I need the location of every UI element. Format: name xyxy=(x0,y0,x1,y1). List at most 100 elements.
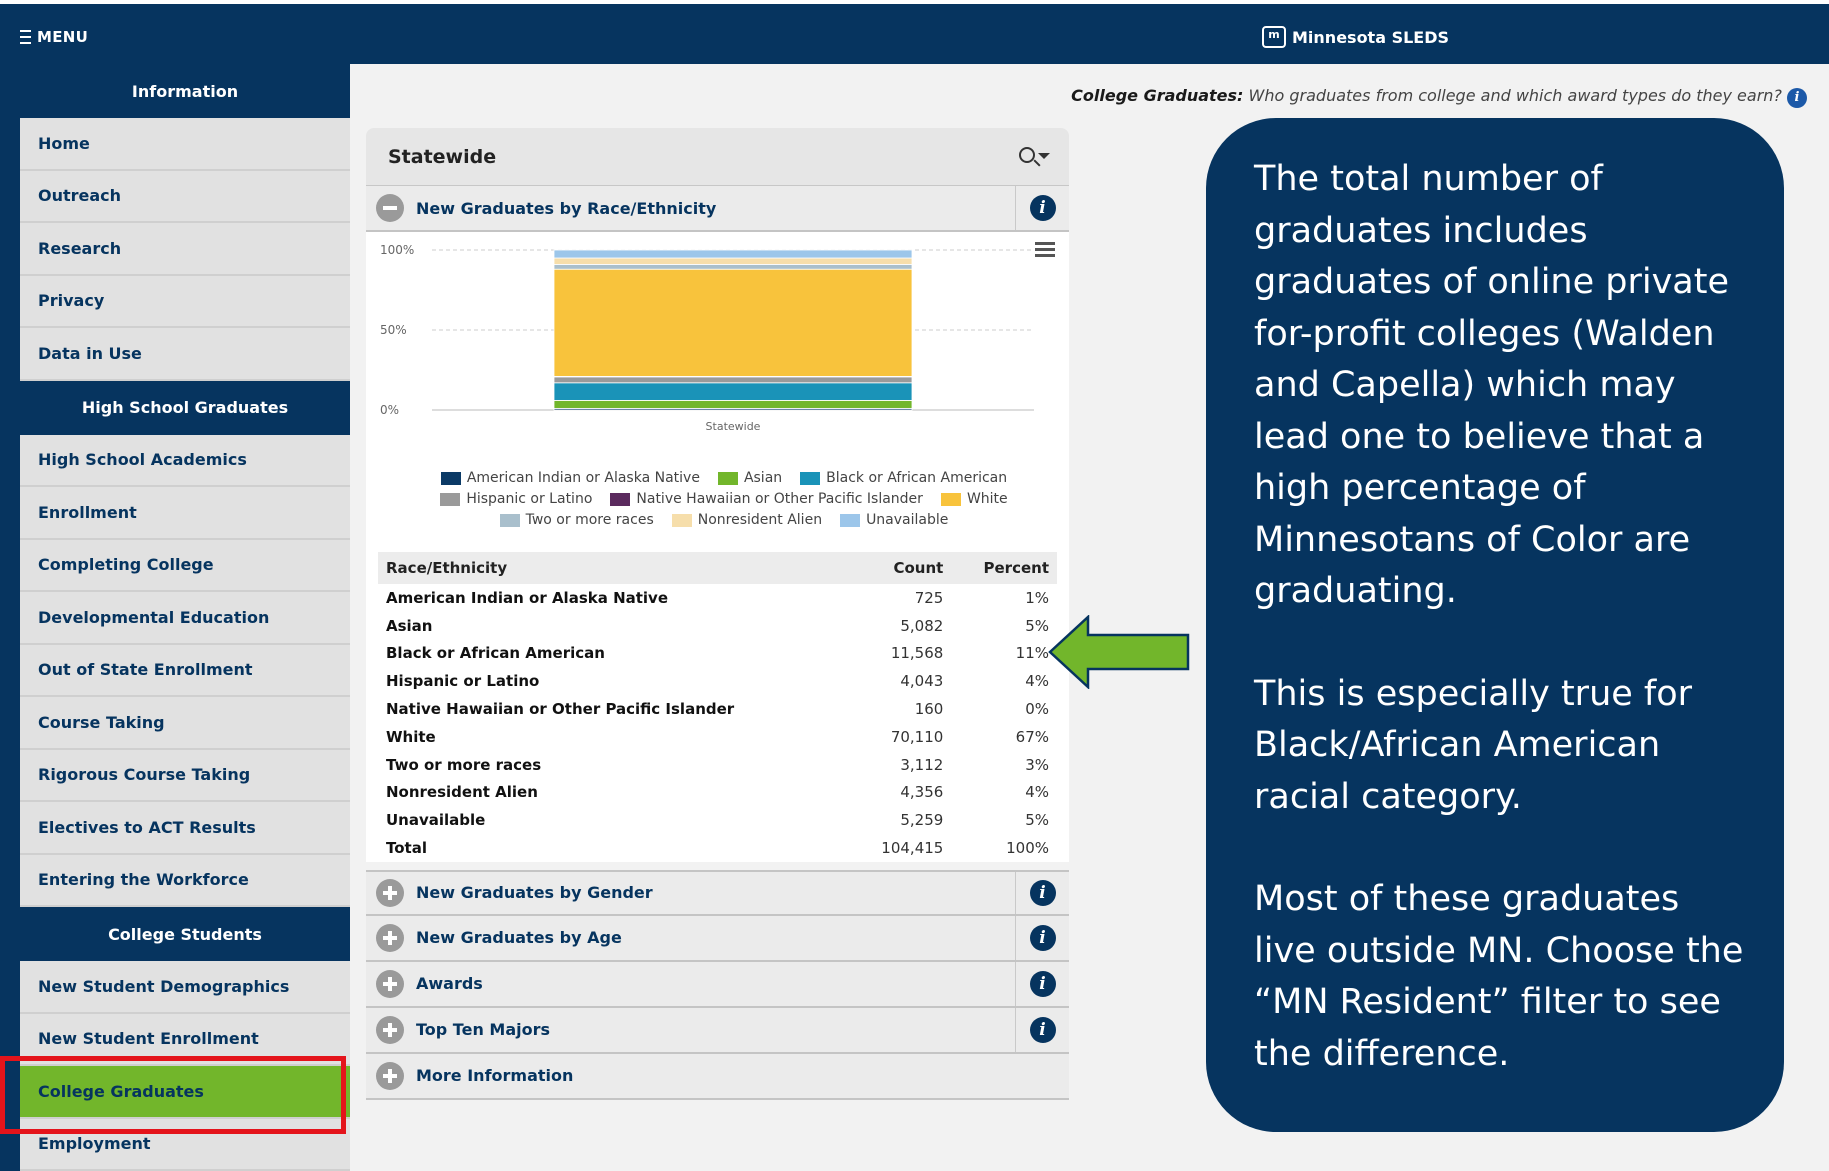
legend-item[interactable]: Black or African American xyxy=(800,470,1007,486)
info-icon[interactable]: i xyxy=(1029,970,1056,997)
section-age[interactable]: New Graduates by Age i xyxy=(366,915,1069,962)
sidebar-item-out-of-state-enrollment[interactable]: Out of State Enrollment xyxy=(20,644,350,697)
bar-segment-two-or-more-races[interactable] xyxy=(553,264,913,270)
info-cell: i xyxy=(1015,186,1069,230)
bar-segment-black-or-african-american[interactable] xyxy=(553,382,913,401)
info-icon[interactable]: i xyxy=(1029,1016,1056,1043)
cell-percent: 4% xyxy=(1025,672,1049,691)
table-row: Asian 5,082 5% xyxy=(378,612,1057,640)
cell-count: 70,110 xyxy=(890,727,944,746)
expand-icon[interactable] xyxy=(376,1061,404,1090)
sidebar-item-developmental-education[interactable]: Developmental Education xyxy=(20,592,350,645)
legend-swatch xyxy=(440,471,461,485)
legend-swatch xyxy=(671,513,692,527)
info-icon[interactable]: i xyxy=(1029,924,1056,951)
sidebar-item-employment[interactable]: Employment xyxy=(20,1118,350,1171)
collapse-icon[interactable] xyxy=(376,194,404,222)
brand-name: Minnesota SLEDS xyxy=(1292,27,1450,47)
legend-item[interactable]: Nonresident Alien xyxy=(671,512,822,528)
table-row: American Indian or Alaska Native 725 1% xyxy=(378,584,1057,612)
info-cell: i xyxy=(1015,871,1069,914)
race-table: Race/Ethnicity Count Percent American In… xyxy=(378,552,1057,862)
brand-logo-icon: m xyxy=(1262,26,1286,48)
info-icon[interactable]: i xyxy=(1029,879,1056,906)
section-top-majors[interactable]: Top Ten Majors i xyxy=(366,1007,1069,1054)
sidebar-item-rigorous-course-taking[interactable]: Rigorous Course Taking xyxy=(20,749,350,802)
legend-item[interactable]: Native Hawaiian or Other Pacific Islande… xyxy=(610,491,923,507)
bar-segment-nonresident-alien[interactable] xyxy=(553,257,913,265)
cell-count: 104,415 xyxy=(881,839,944,858)
sidebar-section-header: Information xyxy=(20,64,350,118)
race-chart: 100% 50% 0% Statewide American Indian or Al… xyxy=(366,232,1069,552)
sidebar-item-enrollment[interactable]: Enrollment xyxy=(20,487,350,540)
page-info-icon[interactable]: i xyxy=(1787,88,1807,108)
sidebar-item-new-student-enrollment[interactable]: New Student Enrollment xyxy=(20,1013,350,1066)
section-more-info[interactable]: More Information xyxy=(366,1053,1069,1100)
legend-swatch xyxy=(440,492,461,506)
race-table-wrap: Race/Ethnicity Count Percent American In… xyxy=(366,552,1069,862)
sidebar-item-course-taking[interactable]: Course Taking xyxy=(20,697,350,750)
info-cell: i xyxy=(1015,961,1069,1006)
cell-race: American Indian or Alaska Native xyxy=(386,588,669,607)
section-gender[interactable]: New Graduates by Gender i xyxy=(366,869,1069,916)
sidebar-section-header: High School Graduates xyxy=(20,380,350,435)
legend-item[interactable]: Hispanic or Latino xyxy=(440,491,592,507)
menu-label: MENU xyxy=(37,28,89,46)
table-row: Nonresident Alien 4,356 4% xyxy=(378,779,1057,807)
legend-item[interactable]: American Indian or Alaska Native xyxy=(440,470,700,486)
search-dropdown-icon[interactable] xyxy=(1017,145,1050,169)
menu-button[interactable]: MENU xyxy=(20,28,88,46)
expand-icon[interactable] xyxy=(376,969,404,998)
sidebar-item-research[interactable]: Research xyxy=(20,223,350,276)
sidebar-item-outreach[interactable]: Outreach xyxy=(20,170,350,223)
legend-label: American Indian or Alaska Native xyxy=(466,470,700,486)
cell-race: Black or African American xyxy=(386,644,605,663)
info-icon[interactable]: i xyxy=(1029,195,1056,221)
expand-icon[interactable] xyxy=(376,1015,404,1044)
table-row: Hispanic or Latino 4,043 4% xyxy=(378,667,1057,695)
legend-label: Black or African American xyxy=(826,470,1008,486)
chart-menu-icon[interactable] xyxy=(1035,242,1055,260)
bar-segment-unavailable[interactable] xyxy=(553,249,913,259)
panel-title: Statewide xyxy=(388,145,497,168)
legend-item[interactable]: Unavailable xyxy=(840,512,948,528)
legend-item[interactable]: Two or more races xyxy=(499,512,654,528)
legend-label: Unavailable xyxy=(866,512,949,528)
sidebar-item-home[interactable]: Home xyxy=(20,118,350,171)
cell-race: Two or more races xyxy=(386,755,542,774)
cell-race: Native Hawaiian or Other Pacific Islande… xyxy=(386,700,735,719)
page-subtitle-label: College Graduates: xyxy=(1071,86,1244,105)
expand-icon[interactable] xyxy=(376,878,404,907)
cell-percent: 5% xyxy=(1025,616,1049,635)
sidebar-item-privacy[interactable]: Privacy xyxy=(20,275,350,328)
table-row: Two or more races 3,112 3% xyxy=(378,751,1057,779)
left-edge xyxy=(0,64,20,1171)
table-row: Black or African American 11,568 11% xyxy=(378,640,1057,668)
section-awards[interactable]: Awards i xyxy=(366,961,1069,1008)
expand-icon[interactable] xyxy=(376,923,404,952)
section-label: New Graduates by Race/Ethnicity xyxy=(416,198,717,218)
legend-item[interactable]: Asian xyxy=(717,470,782,486)
sidebar-item-entering-the-workforce[interactable]: Entering the Workforce xyxy=(20,854,350,907)
legend-item[interactable]: White xyxy=(940,491,1008,507)
statewide-panel: Statewide New Graduates by Race/Ethnicit… xyxy=(366,128,1069,1108)
legend-swatch xyxy=(800,471,821,485)
sidebar-item-college-graduates[interactable]: College Graduates xyxy=(20,1066,350,1119)
sidebar-item-completing-college[interactable]: Completing College xyxy=(20,539,350,592)
sidebar-item-data-in-use[interactable]: Data in Use xyxy=(20,328,350,381)
cell-count: 5,082 xyxy=(900,616,944,635)
legend-row: American Indian or Alaska Native Asian Bla… xyxy=(414,470,1034,486)
section-race-ethnicity[interactable]: New Graduates by Race/Ethnicity i xyxy=(366,186,1069,232)
cell-race: Asian xyxy=(386,616,433,635)
sidebar-item-high-school-academics[interactable]: High School Academics xyxy=(20,434,350,487)
cell-percent: 67% xyxy=(1015,727,1049,746)
cell-race: White xyxy=(386,727,436,746)
sidebar-item-new-student-demographics[interactable]: New Student Demographics xyxy=(20,961,350,1014)
cell-race: Unavailable xyxy=(386,811,486,830)
sidebar: Information Home Outreach Research Privacy Da… xyxy=(20,64,350,1171)
chart-legend: American Indian or Alaska Native Asian Bla… xyxy=(414,470,1034,533)
bar-segment-white[interactable] xyxy=(553,268,913,377)
brand[interactable]: m Minnesota SLEDS xyxy=(1262,26,1449,48)
sidebar-item-electives-to-act-results[interactable]: Electives to ACT Results xyxy=(20,802,350,855)
bar-segment-asian[interactable] xyxy=(553,399,913,409)
